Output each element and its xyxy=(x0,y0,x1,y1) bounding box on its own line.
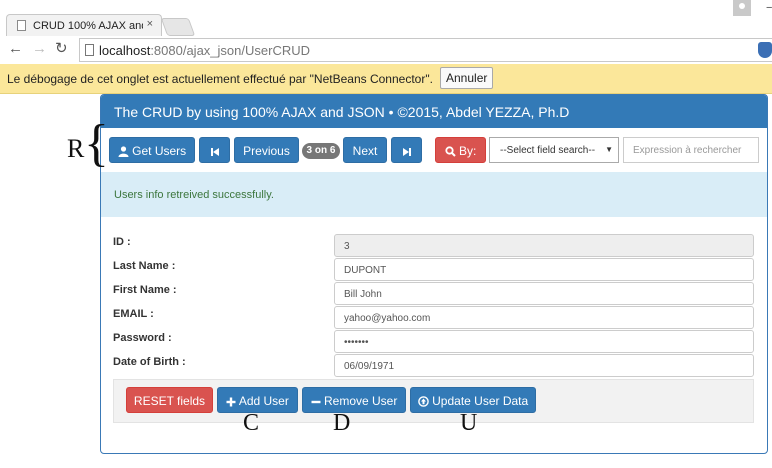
previous-button[interactable]: Previous xyxy=(234,137,299,163)
new-tab-button[interactable] xyxy=(160,18,196,36)
search-icon xyxy=(445,146,456,157)
dob-field[interactable]: 06/09/1971 xyxy=(334,354,754,377)
annotation-brace: { xyxy=(84,115,109,172)
url-path: :8080/ajax_json/UserCRUD xyxy=(150,43,310,58)
page-title: The CRUD by using 100% AJAX and JSON • ©… xyxy=(114,104,570,120)
browser-tab[interactable]: CRUD 100% AJAX and JSO × xyxy=(6,14,162,38)
id-label: ID : xyxy=(113,236,131,248)
annotation-c: C xyxy=(243,410,260,436)
previous-label: Previous xyxy=(243,144,290,158)
dob-value: 06/09/1971 xyxy=(344,361,395,372)
password-field[interactable]: ••••••• xyxy=(334,330,754,353)
password-label: Password : xyxy=(113,332,172,344)
remove-user-label: Remove User xyxy=(323,394,398,408)
infobar-message: Le débogage de cet onglet est actuelleme… xyxy=(7,72,433,86)
status-message: Users info retreived successfully. xyxy=(114,189,274,201)
skip-backward-icon xyxy=(210,148,219,156)
password-value: ••••••• xyxy=(344,337,369,348)
skip-forward-icon xyxy=(402,148,411,156)
first-name-field[interactable]: Bill John xyxy=(334,282,754,305)
panel-header: The CRUD by using 100% AJAX and JSON • ©… xyxy=(101,95,767,128)
page-info-icon[interactable] xyxy=(85,44,94,56)
url-text: localhost:8080/ajax_json/UserCRUD xyxy=(99,43,310,58)
update-user-label: Update User Data xyxy=(432,394,529,408)
search-field-select[interactable]: --Select field search-- ▼ xyxy=(489,137,619,163)
last-record-button[interactable] xyxy=(391,137,422,163)
reset-fields-button[interactable]: RESET fields xyxy=(126,387,213,413)
annotation-u: U xyxy=(460,410,478,436)
id-value: 3 xyxy=(344,241,350,252)
remove-user-button[interactable]: Remove User xyxy=(302,387,406,413)
back-arrow-icon[interactable]: ← xyxy=(8,41,23,57)
browser-tabstrip: CRUD 100% AJAX and JSO × − xyxy=(0,0,772,38)
last-name-value: DUPONT xyxy=(344,265,387,276)
user-icon xyxy=(118,146,129,157)
plus-icon xyxy=(226,397,236,407)
url-host: localhost xyxy=(99,43,151,58)
annotation-r: R xyxy=(67,134,85,163)
tab-close-icon[interactable]: × xyxy=(147,18,153,30)
first-name-value: Bill John xyxy=(344,289,382,300)
id-field[interactable]: 3 xyxy=(334,234,754,257)
next-button[interactable]: Next xyxy=(343,137,387,163)
search-placeholder: Expression à rechercher xyxy=(633,145,742,156)
annotation-d: D xyxy=(333,410,351,436)
reload-icon[interactable]: ↻ xyxy=(55,41,68,57)
extension-shield-icon[interactable] xyxy=(758,42,772,58)
dob-label: Date of Birth : xyxy=(113,356,186,368)
first-record-button[interactable] xyxy=(199,137,230,163)
email-field[interactable]: yahoo@yahoo.com xyxy=(334,306,754,329)
circle-arrow-up-icon xyxy=(417,396,429,407)
status-alert: Users info retreived successfully. xyxy=(101,172,767,217)
infobar-cancel-button[interactable]: Annuler xyxy=(440,67,494,89)
debug-infobar: Le débogage de cet onglet est actuelleme… xyxy=(0,64,772,94)
minus-icon xyxy=(311,400,321,404)
email-label: EMAIL : xyxy=(113,308,154,320)
last-name-field[interactable]: DUPONT xyxy=(334,258,754,281)
tab-title: CRUD 100% AJAX and JSO xyxy=(33,20,143,32)
record-position-badge: 3 on 6 xyxy=(302,143,340,159)
last-name-label: Last Name : xyxy=(113,260,176,272)
search-by-button[interactable]: By: xyxy=(435,137,486,163)
get-users-label: Get Users xyxy=(132,144,187,158)
search-by-label: By: xyxy=(459,144,477,158)
crud-panel: The CRUD by using 100% AJAX and JSON • ©… xyxy=(100,94,768,454)
search-input[interactable]: Expression à rechercher xyxy=(623,137,759,163)
select-value: --Select field search-- xyxy=(500,145,596,156)
address-bar[interactable]: localhost:8080/ajax_json/UserCRUD xyxy=(79,38,772,62)
next-label: Next xyxy=(352,144,378,158)
chevron-down-icon: ▼ xyxy=(605,145,613,154)
get-users-button[interactable]: Get Users xyxy=(109,137,195,163)
page-favicon-icon xyxy=(17,20,26,31)
first-name-label: First Name : xyxy=(113,284,177,296)
minimize-icon[interactable]: − xyxy=(766,2,772,14)
user-profile-icon[interactable] xyxy=(733,0,751,16)
email-value: yahoo@yahoo.com xyxy=(344,313,431,324)
add-user-label: Add User xyxy=(238,394,289,408)
forward-arrow-icon[interactable]: → xyxy=(32,41,47,57)
reset-fields-label: RESET fields xyxy=(133,394,206,408)
